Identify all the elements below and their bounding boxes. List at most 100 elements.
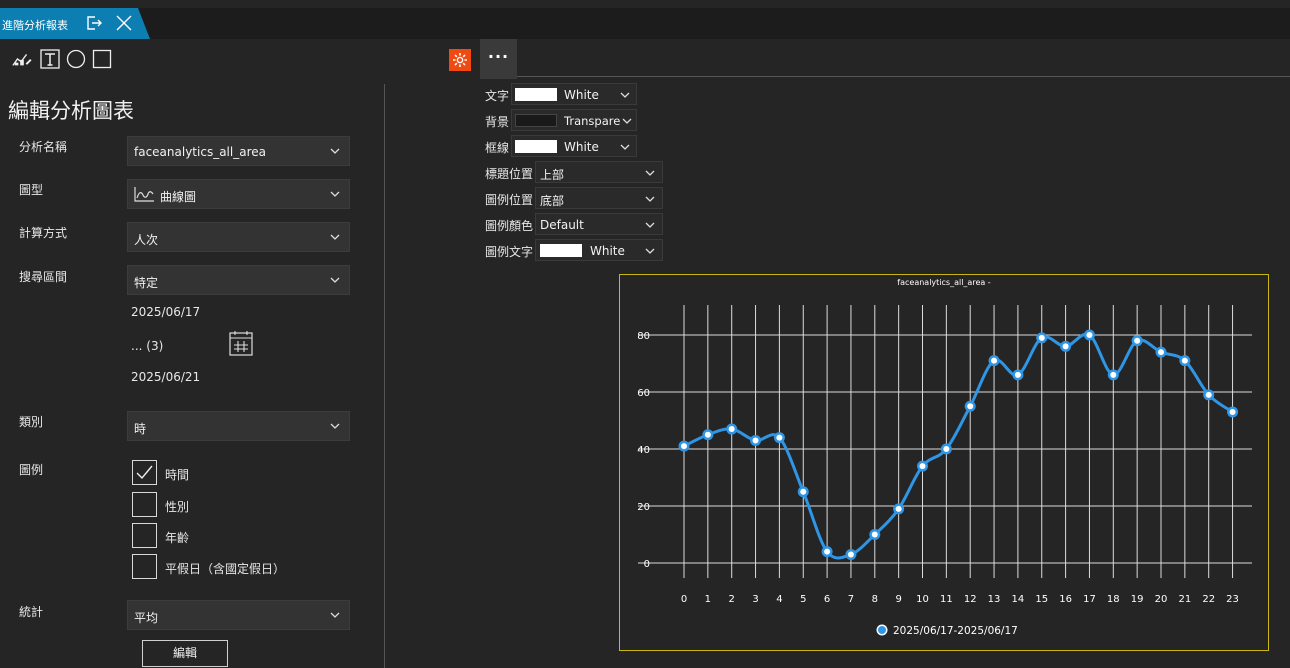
x-tick-label: 16 <box>1059 594 1072 605</box>
search-range-dropdown[interactable]: 特定 <box>127 265 350 295</box>
date-range-count: ... (3) <box>131 339 164 353</box>
title-position-dropdown[interactable]: 上部 <box>535 161 663 183</box>
tab-advanced-report[interactable]: 進階分析報表 <box>0 8 150 39</box>
series-line <box>683 332 1234 560</box>
legend-position-dropdown[interactable]: 底部 <box>535 187 663 209</box>
chevron-down-icon <box>330 612 340 618</box>
chevron-down-icon <box>330 277 340 283</box>
data-point-center <box>847 551 854 558</box>
category-value: 時 <box>134 422 147 436</box>
tab-title: 進階分析報表 <box>2 19 68 32</box>
chart-title: faceanalytics_all_area - <box>897 278 991 287</box>
y-tick-label: 80 <box>637 331 650 342</box>
x-tick-label: 0 <box>681 594 687 605</box>
x-tick-label: 10 <box>916 594 929 605</box>
data-point-center <box>752 437 759 444</box>
chevron-down-icon <box>645 196 655 202</box>
stats-dropdown[interactable]: 平均 <box>127 600 350 630</box>
gear-icon[interactable] <box>449 49 471 71</box>
chart-type-label: 圖型 <box>19 183 44 197</box>
background-dropdown[interactable]: Transparent <box>511 109 637 131</box>
calc-method-label: 計算方式 <box>19 226 68 240</box>
data-point-center <box>991 357 998 364</box>
legend-color-dropdown[interactable]: Default <box>535 213 663 235</box>
export-icon[interactable] <box>86 15 102 34</box>
data-point-center <box>1158 349 1164 356</box>
stats-label: 統計 <box>19 605 44 619</box>
chart-edit-icon[interactable] <box>12 49 32 69</box>
end-date[interactable]: 2025/06/21 <box>131 370 200 384</box>
checkbox-weekday-holiday[interactable] <box>132 554 157 579</box>
x-tick-label: 12 <box>964 594 977 605</box>
legend-position-row: 圖例位置 底部 <box>479 185 663 211</box>
chevron-down-icon <box>645 170 655 176</box>
checkbox-gender[interactable] <box>132 492 157 517</box>
chevron-down-icon <box>330 148 340 154</box>
y-tick-label: 40 <box>637 445 650 456</box>
chevron-down-icon <box>645 222 655 228</box>
x-tick-label: 14 <box>1012 594 1025 605</box>
chart-type-dropdown[interactable]: 曲線圖 <box>127 179 350 209</box>
title-position-value: 上部 <box>540 168 565 182</box>
chart-grid <box>638 305 1252 578</box>
x-tick-label: 5 <box>800 594 806 605</box>
data-point-center <box>800 488 807 495</box>
white-swatch <box>540 244 582 257</box>
search-range-value: 特定 <box>134 276 159 290</box>
category-dropdown[interactable]: 時 <box>127 411 350 441</box>
data-point-center <box>1062 343 1069 350</box>
legend-color-value: Default <box>540 218 584 232</box>
legend-color-label: 圖例顏色 <box>485 219 534 233</box>
toolbar-divider <box>517 76 1290 77</box>
panel-title: 編輯分析圖表 <box>8 99 134 123</box>
data-point-center <box>895 505 902 512</box>
data-point-center <box>919 463 926 470</box>
x-tick-label: 2 <box>729 594 735 605</box>
chart-frame[interactable]: faceanalytics_all_area - 0 20 40 60 80 01234… <box>619 274 1269 651</box>
title-position-row: 標題位置 上部 <box>479 159 663 185</box>
chevron-down-icon <box>645 248 655 254</box>
checkbox-weekday-holiday-label: 平假日（含國定假日） <box>165 562 286 576</box>
border-dropdown[interactable]: White <box>511 135 637 157</box>
data-point-center <box>704 431 711 438</box>
border-label: 框線 <box>485 141 510 155</box>
line-chart-icon <box>134 187 154 202</box>
checkbox-age[interactable] <box>132 523 157 548</box>
calendar-icon[interactable] <box>229 330 253 356</box>
border-row: 框線 White <box>479 133 663 159</box>
calc-method-value: 人次 <box>134 233 159 247</box>
data-point-center <box>1014 371 1021 378</box>
chart-style-popup: 文字 White 背景 Transparent 框線 White <box>479 80 663 264</box>
more-options-button[interactable]: ··· <box>480 39 517 79</box>
data-point-center <box>943 446 950 452</box>
x-tick-label: 4 <box>776 594 782 605</box>
text-color-dropdown[interactable]: White <box>511 83 637 105</box>
app-window: 進階分析報表 ··· 編輯分析圖表 分析名稱 faceanalytics_all… <box>0 0 1290 668</box>
data-point-center <box>1086 332 1093 338</box>
close-icon[interactable] <box>116 15 132 34</box>
rectangle-tool-icon[interactable] <box>92 49 112 69</box>
data-point-center <box>728 426 735 433</box>
checkbox-time[interactable] <box>132 460 157 485</box>
data-point-center <box>681 443 687 450</box>
calc-method-dropdown[interactable]: 人次 <box>127 222 350 252</box>
edit-button[interactable]: 編輯 <box>142 640 228 667</box>
data-point-center <box>824 548 831 555</box>
x-tick-label: 6 <box>824 594 830 605</box>
x-tick-label: 19 <box>1131 594 1144 605</box>
start-date[interactable]: 2025/06/17 <box>131 305 200 319</box>
x-tick-label: 22 <box>1202 594 1215 605</box>
legend-label: 圖例 <box>19 463 44 477</box>
analysis-name-dropdown[interactable]: faceanalytics_all_area <box>127 136 350 166</box>
text-color-value: White <box>564 88 599 102</box>
legend-text-dropdown[interactable]: White <box>535 239 663 261</box>
x-tick-label: 20 <box>1155 594 1168 605</box>
title-position-label: 標題位置 <box>485 167 534 181</box>
legend-position-label: 圖例位置 <box>485 193 534 207</box>
y-axis-ticks: 0 20 40 60 80 <box>637 331 650 570</box>
border-value: White <box>564 140 599 154</box>
text-tool-icon[interactable] <box>40 49 60 69</box>
legend-text-value: White <box>590 244 625 258</box>
circle-tool-icon[interactable] <box>66 49 86 69</box>
data-point-center <box>1134 337 1141 344</box>
